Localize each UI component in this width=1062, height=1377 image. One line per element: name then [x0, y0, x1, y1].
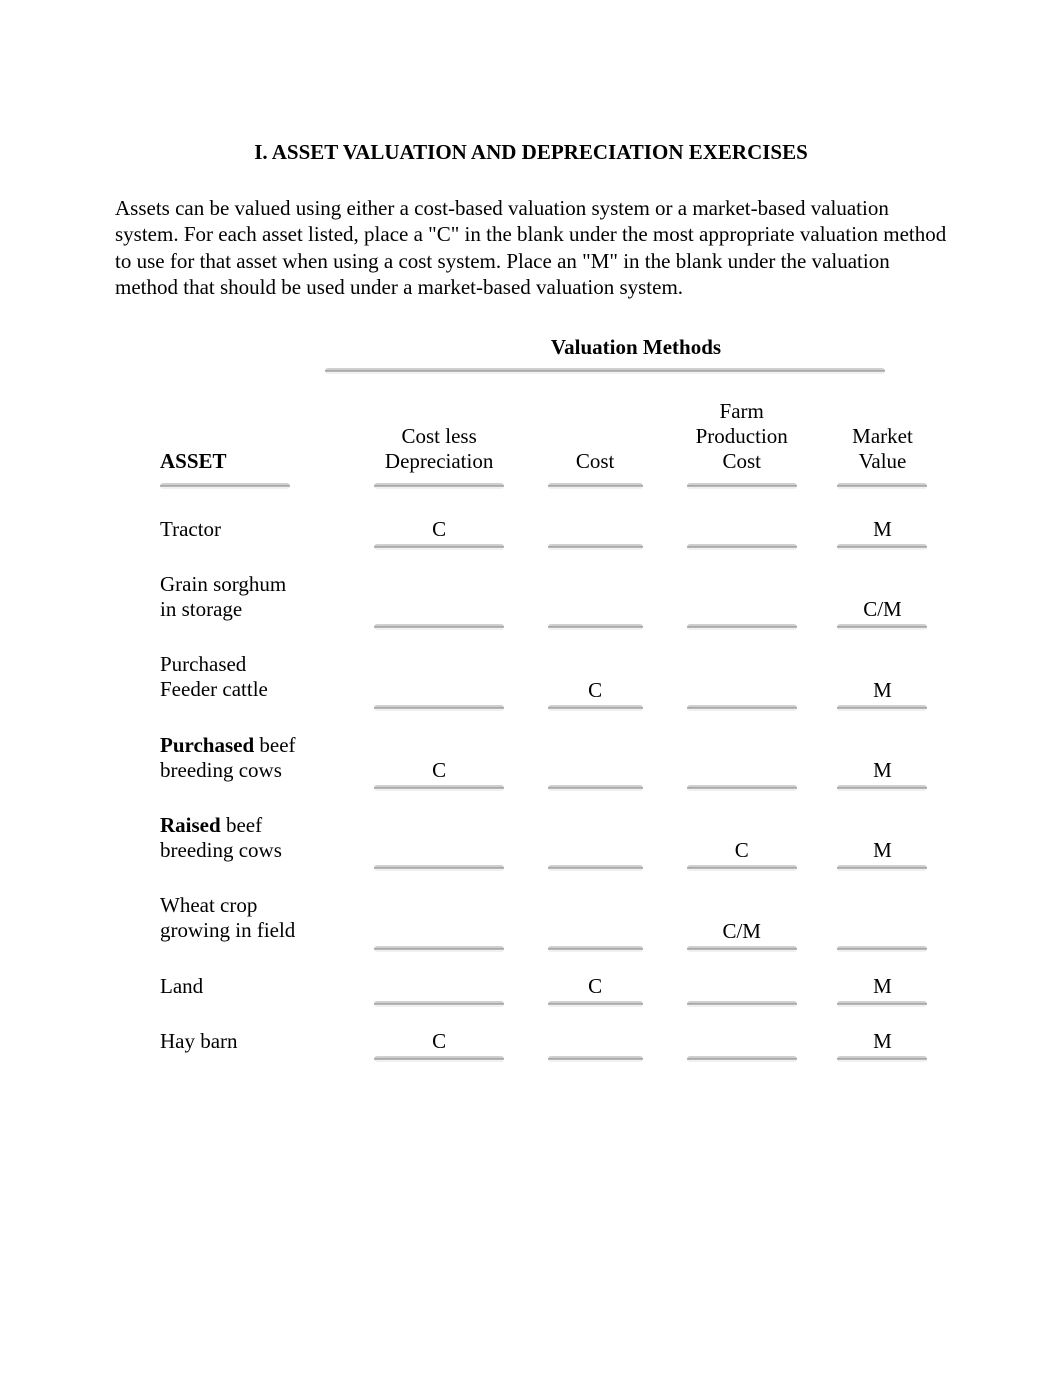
table-row: Tractor C M: [160, 489, 947, 542]
cell-farm-production-cost: C: [665, 791, 817, 863]
intro-paragraph: Assets can be valued using either a cost…: [115, 195, 947, 300]
asset-line: beef: [221, 813, 262, 837]
cell-cost-less-depr: C: [354, 1007, 525, 1054]
cell-market-value: M: [818, 791, 947, 863]
column-header-farm-production-cost: Farm Production Cost: [665, 399, 817, 481]
asset-line: Wheat crop: [160, 893, 257, 917]
row-underline: [160, 999, 947, 1007]
table-row: Purchased Feeder cattle C M: [160, 630, 947, 702]
underline: [687, 1056, 797, 1062]
cell-farm-production-cost: [665, 489, 817, 542]
asset-name: Hay barn: [160, 1007, 354, 1054]
asset-line: breeding cows: [160, 758, 282, 782]
column-header-cost: Cost: [525, 399, 666, 481]
header-text: Market: [852, 424, 913, 448]
cell-cost-less-depr: C: [354, 489, 525, 542]
cell-market-value: M: [818, 952, 947, 999]
cell-cost-less-depr: C: [354, 711, 525, 783]
cell-farm-production-cost: C/M: [665, 871, 817, 943]
section-underline-wrap: [115, 368, 947, 374]
underline: [837, 1056, 927, 1062]
asset-line: in storage: [160, 597, 242, 621]
cell-market-value: C/M: [818, 550, 947, 622]
underline: [374, 1056, 504, 1062]
asset-name: Land: [160, 952, 354, 999]
table-row: Grain sorghum in storage C/M: [160, 550, 947, 622]
header-text: Value: [859, 449, 907, 473]
cell-market-value: M: [818, 711, 947, 783]
column-header-cost-less-depr: Cost less Depreciation: [354, 399, 525, 481]
cell-farm-production-cost: [665, 630, 817, 702]
table-row: Land C M: [160, 952, 947, 999]
section-underline: [325, 368, 885, 374]
header-text: Farm: [720, 399, 764, 423]
table-row: Purchased beef breeding cows C M: [160, 711, 947, 783]
table-row: Raised beef breeding cows C M: [160, 791, 947, 863]
cell-cost: [525, 550, 666, 622]
cell-cost-less-depr: [354, 791, 525, 863]
asset-name: Grain sorghum in storage: [160, 550, 354, 622]
cell-market-value: [818, 871, 947, 943]
asset-name: Tractor: [160, 489, 354, 542]
asset-line: growing in field: [160, 918, 295, 942]
asset-name: Raised beef breeding cows: [160, 791, 354, 863]
asset-line: Feeder cattle: [160, 677, 268, 701]
cell-farm-production-cost: [665, 952, 817, 999]
cell-market-value: M: [818, 630, 947, 702]
header-text: Depreciation: [385, 449, 493, 473]
valuation-table: ASSET Cost less Depreciation Cost Farm P…: [160, 399, 947, 1062]
valuation-table-container: ASSET Cost less Depreciation Cost Farm P…: [115, 399, 947, 1062]
cell-cost-less-depr: [354, 871, 525, 943]
asset-name: Wheat crop growing in field: [160, 871, 354, 943]
asset-name: Purchased beef breeding cows: [160, 711, 354, 783]
row-underline: [160, 1054, 947, 1062]
cell-market-value: M: [818, 489, 947, 542]
asset-bold-word: Purchased: [160, 733, 254, 757]
asset-bold-word: Raised: [160, 813, 221, 837]
cell-cost-less-depr: [354, 550, 525, 622]
cell-market-value: M: [818, 1007, 947, 1054]
asset-line: Grain sorghum: [160, 572, 286, 596]
asset-name: Purchased Feeder cattle: [160, 630, 354, 702]
page-title: I. ASSET VALUATION AND DEPRECIATION EXER…: [115, 140, 947, 165]
cell-cost: [525, 871, 666, 943]
cell-cost: [525, 711, 666, 783]
cell-cost: [525, 791, 666, 863]
table-row: Hay barn C M: [160, 1007, 947, 1054]
asset-line: breeding cows: [160, 838, 282, 862]
header-text: Cost less: [402, 424, 477, 448]
header-underline-row: [160, 481, 947, 489]
row-underline: [160, 703, 947, 711]
cell-farm-production-cost: [665, 550, 817, 622]
cell-cost: C: [525, 630, 666, 702]
underline: [548, 1056, 643, 1062]
asset-line: beef: [254, 733, 295, 757]
row-underline: [160, 944, 947, 952]
column-header-market-value: Market Value: [818, 399, 947, 481]
header-text: Cost: [722, 449, 761, 473]
cell-farm-production-cost: [665, 711, 817, 783]
cell-cost-less-depr: [354, 630, 525, 702]
row-underline: [160, 783, 947, 791]
column-header-asset: ASSET: [160, 399, 354, 481]
row-underline: [160, 863, 947, 871]
header-text: Production: [696, 424, 788, 448]
cell-cost-less-depr: [354, 952, 525, 999]
row-underline: [160, 622, 947, 630]
cell-cost: [525, 489, 666, 542]
cell-cost: C: [525, 952, 666, 999]
table-row: Wheat crop growing in field C/M: [160, 871, 947, 943]
cell-farm-production-cost: [665, 1007, 817, 1054]
cell-cost: [525, 1007, 666, 1054]
section-heading: Valuation Methods: [115, 335, 947, 360]
table-header-row: ASSET Cost less Depreciation Cost Farm P…: [160, 399, 947, 481]
asset-line: Purchased: [160, 652, 246, 676]
row-underline: [160, 542, 947, 550]
